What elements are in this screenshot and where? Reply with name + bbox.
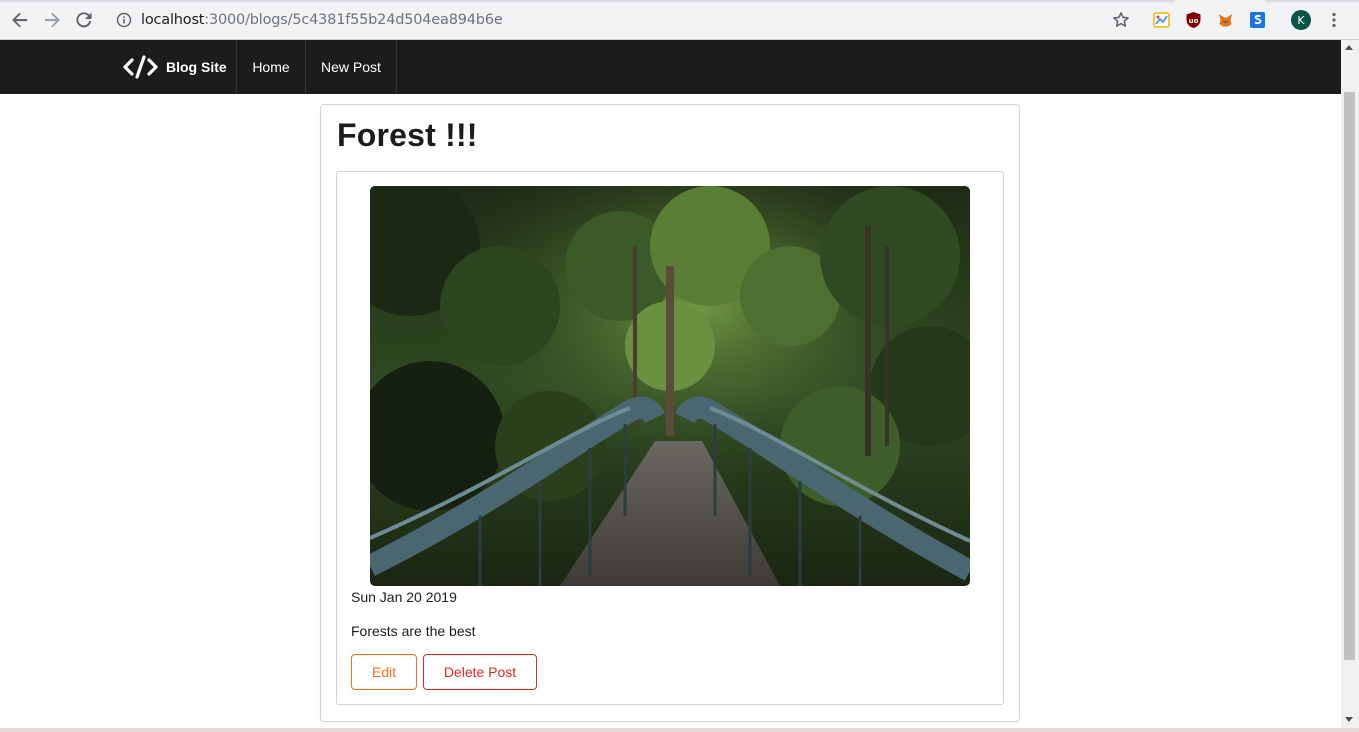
url-host: localhost [141,12,205,28]
ublock-origin-icon[interactable]: uo [1185,11,1202,29]
edit-button[interactable]: Edit [351,654,417,690]
bookmark-star-icon[interactable] [1112,11,1130,29]
nav-item-home[interactable]: Home [237,40,306,94]
extension-s-icon[interactable] [1249,11,1266,29]
post-card: Forest !!! Sun Jan 20 2019 Forests are t… [320,104,1020,722]
extension-colorful-icon[interactable] [1153,11,1170,29]
nav-brand[interactable]: Blog Site [108,40,237,94]
reload-button[interactable] [72,8,96,32]
arrow-right-icon [45,12,60,28]
url-path: :3000/blogs/5c4381f55b24d504ea894b6e [204,12,503,28]
reload-icon [76,12,92,28]
taskbar-edge [0,728,1359,732]
more-vertical-icon[interactable] [1326,11,1342,29]
browser-toolbar: localhost:3000/blogs/5c4381f55b24d504ea8… [0,0,1359,40]
scroll-up-arrow-icon[interactable] [1345,45,1353,50]
svg-text:uo: uo [1189,17,1199,25]
back-button[interactable] [8,8,32,32]
scroll-down-arrow-icon[interactable] [1345,717,1353,722]
post-image [370,186,970,586]
site-navbar: Blog Site Home New Post [0,40,1341,94]
arrow-left-icon [12,12,27,28]
metamask-fox-icon[interactable] [1217,11,1234,29]
scroll-thumb[interactable] [1344,92,1355,660]
profile-avatar[interactable]: K [1291,10,1311,30]
code-icon [123,55,158,79]
info-icon[interactable] [116,12,132,28]
post-body: Forests are the best [351,623,476,639]
delete-post-button[interactable]: Delete Post [423,654,537,690]
brand-label: Blog Site [166,59,227,75]
post-segment: Sun Jan 20 2019 Forests are the best Edi… [336,171,1004,705]
forward-button[interactable] [40,8,64,32]
post-date: Sun Jan 20 2019 [351,589,457,605]
nav-item-new-post[interactable]: New Post [306,40,397,94]
url-text[interactable]: localhost:3000/blogs/5c4381f55b24d504ea8… [141,12,503,28]
tab-strip [0,0,1359,2]
forest-bridge-image [370,186,970,586]
address-bar[interactable]: localhost:3000/blogs/5c4381f55b24d504ea8… [106,5,1140,35]
post-title: Forest !!! [337,117,478,153]
page-scrollbar[interactable] [1341,40,1359,732]
